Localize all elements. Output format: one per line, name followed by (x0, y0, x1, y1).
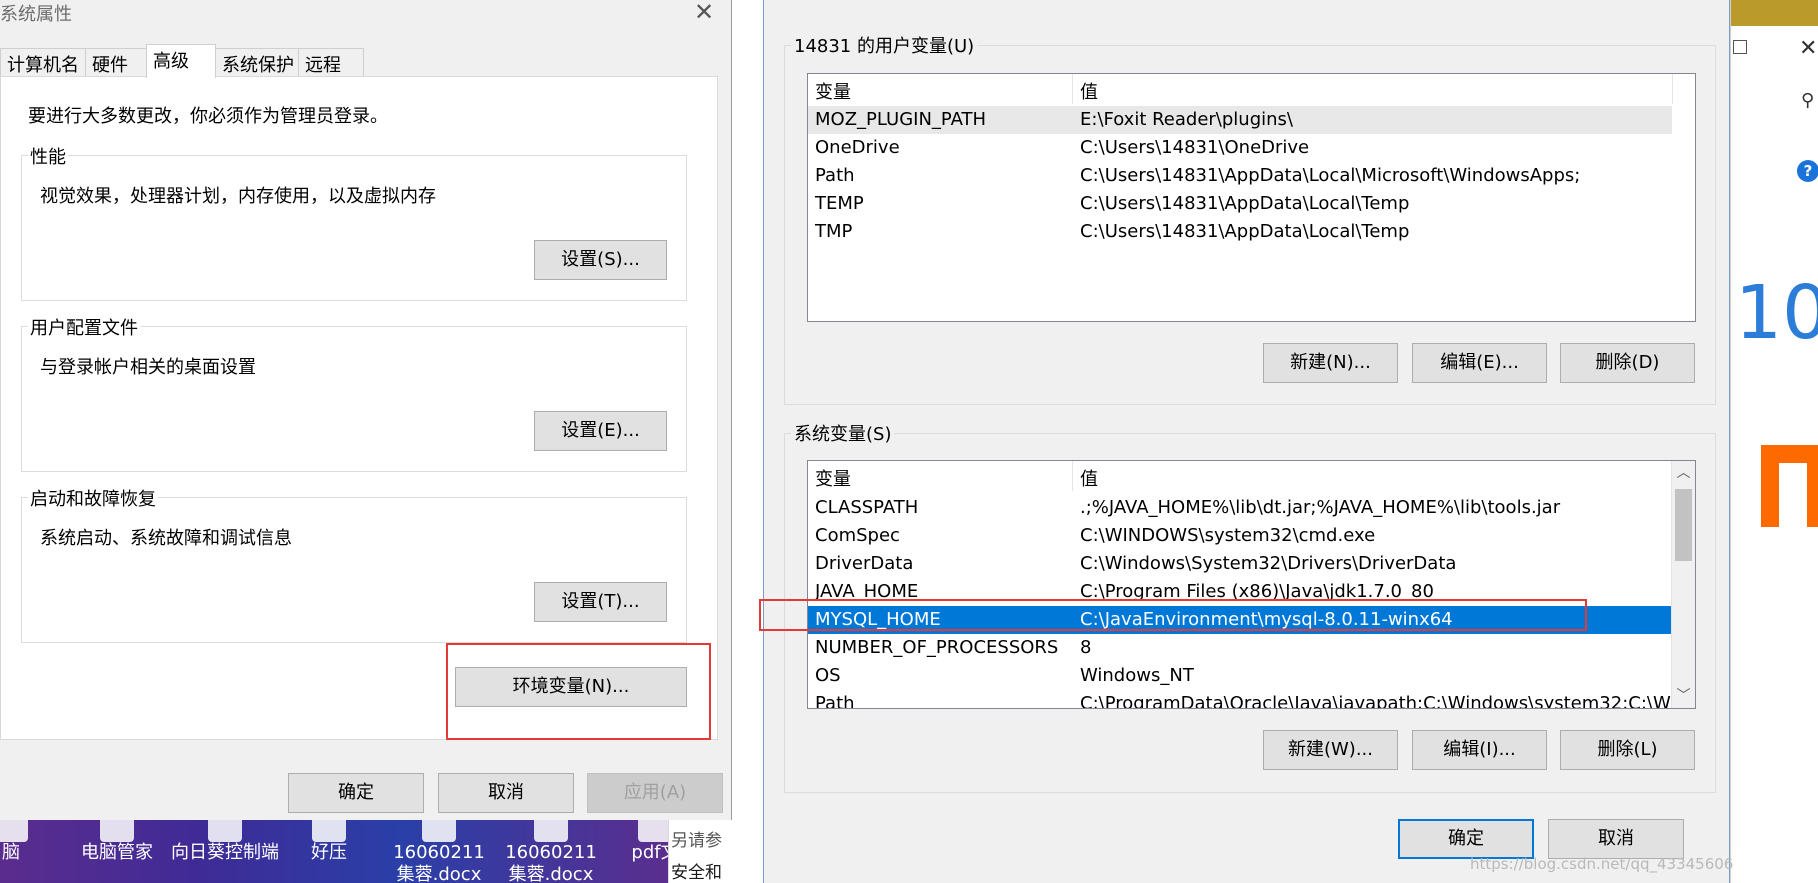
chevron-up-icon[interactable]: ︿ (1672, 461, 1695, 485)
column-header-value[interactable]: 值 (1080, 465, 1098, 491)
column-separator[interactable] (1072, 461, 1073, 491)
group-startup-recovery: 启动和故障恢复 系统启动、系统故障和调试信息 设置(T)... (21, 485, 687, 643)
scrollbar-thumb[interactable] (1675, 489, 1692, 561)
desktop-icon-pc-manager[interactable]: 电脑管家 (62, 820, 172, 883)
group-user-variables: 14831 的用户变量(U) 变量 值 MOZ_PLUGIN_PATH E:\Fo… (784, 32, 1716, 405)
table-row[interactable]: OS Windows_NT (808, 662, 1695, 690)
column-header-variable[interactable]: 变量 (815, 465, 851, 491)
admin-notice: 要进行大多数更改，你必须作为管理员登录。 (28, 106, 388, 127)
cancel-button[interactable]: 取消 (1548, 819, 1684, 859)
system-edit-button[interactable]: 编辑(I)... (1412, 730, 1547, 770)
tab-system-protection[interactable]: 系统保护 (215, 48, 299, 78)
table-row[interactable]: MOZ_PLUGIN_PATH E:\Foxit Reader\plugins\ (808, 106, 1672, 134)
group-description: 与登录帐户相关的桌面设置 (40, 357, 256, 378)
user-variables-list[interactable]: 变量 值 MOZ_PLUGIN_PATH E:\Foxit Reader\plug… (807, 73, 1696, 322)
tab-advanced[interactable]: 高级 (146, 44, 216, 78)
windows-version-number: 10 (1735, 270, 1818, 356)
column-separator[interactable] (1072, 74, 1073, 104)
help-icon[interactable]: ? (1797, 160, 1818, 182)
table-row[interactable]: TMP C:\Users\14831\AppData\Local\Temp (808, 218, 1695, 246)
environment-variables-button[interactable]: 环境变量(N)... (455, 667, 687, 707)
cp-link[interactable]: 安全和 (671, 858, 722, 883)
user-delete-button[interactable]: 删除(D) (1560, 343, 1695, 383)
group-performance: 性能 视觉效果，处理器计划，内存使用，以及虚拟内存 设置(S)... (21, 143, 687, 301)
tab-hardware[interactable]: 硬件 (85, 48, 147, 78)
table-row[interactable]: TEMP C:\Users\14831\AppData\Local\Temp (808, 190, 1695, 218)
apply-button[interactable]: 应用(A) (587, 773, 723, 813)
table-row[interactable]: Path C:\ProgramData\Oracle\Java\javapath;… (808, 690, 1695, 708)
group-title: 启动和故障恢复 (28, 485, 158, 511)
watermark-text: https://blog.csdn.net/qq_43345606 (1470, 855, 1734, 873)
close-icon[interactable]: ✕ (1799, 36, 1817, 61)
table-row[interactable]: CLASSPATH .;%JAVA_HOME%\lib\dt.jar;%JAVA_… (808, 494, 1695, 522)
user-new-button[interactable]: 新建(N)... (1263, 343, 1398, 383)
system-new-button[interactable]: 新建(W)... (1263, 730, 1398, 770)
close-icon[interactable]: ✕ (694, 0, 714, 26)
system-variables-list[interactable]: 变量 值 CLASSPATH .;%JAVA_HOME%\lib\dt.jar;%… (807, 460, 1696, 709)
system-delete-button[interactable]: 删除(L) (1560, 730, 1695, 770)
performance-settings-button[interactable]: 设置(S)... (534, 240, 667, 280)
search-icon[interactable]: ⚲ (1801, 90, 1814, 111)
column-header-value[interactable]: 值 (1080, 78, 1098, 104)
table-row[interactable]: ComSpec C:\WINDOWS\system32\cmd.exe (808, 522, 1695, 550)
group-title: 性能 (28, 143, 68, 169)
group-description: 系统启动、系统故障和调试信息 (40, 528, 292, 549)
group-title: 系统变量(S) (791, 420, 895, 446)
maximize-icon[interactable] (1733, 40, 1747, 54)
tab-remote[interactable]: 远程 (298, 48, 364, 78)
table-row[interactable]: Path C:\Users\14831\AppData\Local\Microso… (808, 162, 1695, 190)
ok-button[interactable]: 确定 (288, 773, 424, 813)
chevron-down-icon[interactable]: ﹀ (1672, 684, 1695, 708)
table-row[interactable]: NUMBER_OF_PROCESSORS 8 (808, 634, 1695, 662)
brand-logo-bar (1807, 445, 1818, 527)
desktop-icon-computer[interactable]: 脑 (0, 820, 66, 883)
desktop-icon-docx-1[interactable]: 16060211 集蓉.docx (384, 820, 494, 883)
group-user-profiles: 用户配置文件 与登录帐户相关的桌面设置 设置(E)... (21, 314, 687, 472)
annotation-highlight-row (759, 599, 1587, 631)
ok-button[interactable]: 确定 (1398, 819, 1534, 859)
cp-see-also: 另请参 (671, 831, 722, 851)
column-header-variable[interactable]: 变量 (815, 78, 851, 104)
user-profiles-settings-button[interactable]: 设置(E)... (534, 411, 667, 451)
table-row[interactable]: OneDrive C:\Users\14831\OneDrive (808, 134, 1695, 162)
title-bar-strip (1731, 0, 1818, 26)
desktop-icon-sunlogin[interactable]: 向日葵控制端 (170, 820, 280, 883)
environment-variables-dialog: 14831 的用户变量(U) 变量 值 MOZ_PLUGIN_PATH E:\Fo… (763, 0, 1730, 883)
column-separator[interactable] (1672, 74, 1673, 104)
group-title: 用户配置文件 (28, 314, 140, 340)
group-description: 视觉效果，处理器计划，内存使用，以及虚拟内存 (40, 186, 436, 207)
background-window-right: ✕ ⚲ ? 10 (1730, 0, 1818, 883)
list-header: 变量 值 (808, 74, 1695, 104)
dialog-title: 系统属性 (0, 4, 72, 25)
desktop-icon-pdf[interactable]: pdf文 (600, 820, 668, 883)
user-edit-button[interactable]: 编辑(E)... (1412, 343, 1547, 383)
table-row[interactable]: DriverData C:\Windows\System32\Drivers\Dr… (808, 550, 1695, 578)
system-properties-dialog: 系统属性 ✕ 计算机名 硬件 高级 系统保护 远程 要进行大多数更改，你必须作为… (0, 0, 732, 820)
desktop-background: 脑 电脑管家 向日葵控制端 好压 16060211 集蓉.docx 1606021… (0, 820, 668, 883)
cancel-button[interactable]: 取消 (438, 773, 574, 813)
tab-computer-name[interactable]: 计算机名 (0, 48, 86, 78)
desktop-icon-docx-2[interactable]: 16060211 集蓉.docx (496, 820, 606, 883)
group-title: 14831 的用户变量(U) (791, 32, 978, 58)
desktop-icon-haozip[interactable]: 好压 (274, 820, 384, 883)
startup-recovery-settings-button[interactable]: 设置(T)... (534, 582, 667, 622)
vertical-scrollbar[interactable]: ︿ ﹀ (1671, 461, 1695, 708)
list-header: 变量 值 (808, 461, 1695, 491)
